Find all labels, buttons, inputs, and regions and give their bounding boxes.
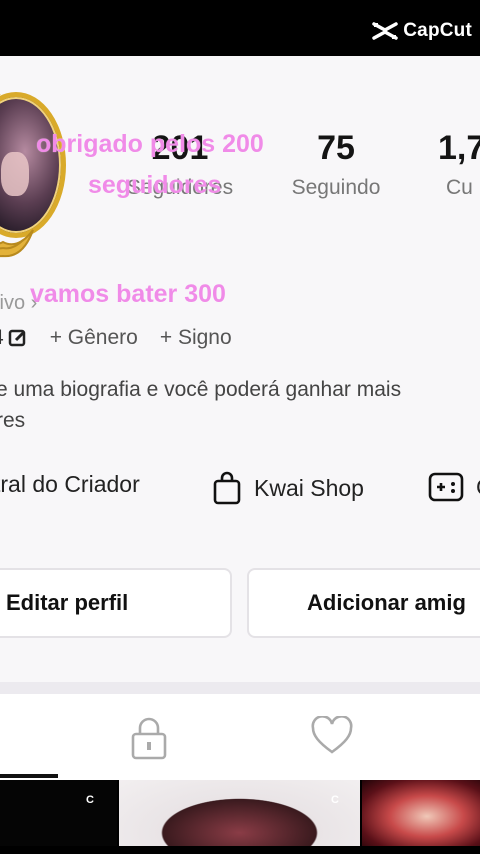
kwai-shop-link[interactable]: Kwai Shop bbox=[212, 471, 364, 505]
creator-tools-row: tral do Criador Kwai Shop C bbox=[0, 471, 480, 511]
game-controller-icon bbox=[428, 472, 464, 502]
bio-line-2: res bbox=[0, 409, 26, 432]
bio-prompt[interactable]: e uma biografia e você poderá ganhar mai… bbox=[0, 374, 476, 436]
stat-following[interactable]: 75 Seguindo bbox=[280, 128, 392, 202]
profile-page: ★ 201 Seguidores 75 Seguindo 1,7 Cu obri… bbox=[0, 56, 480, 780]
shopping-bag-icon bbox=[213, 471, 241, 505]
overlay-text-thanks: obrigado pelos 200 bbox=[36, 130, 264, 158]
edit-profile-label: Editar perfil bbox=[6, 590, 129, 615]
active-status[interactable]: tivo › bbox=[0, 292, 37, 315]
thumbnail-watermark: C bbox=[86, 794, 94, 806]
games-link[interactable]: C bbox=[428, 471, 480, 503]
wings-badge-icon bbox=[0, 229, 34, 258]
video-grid: C C bbox=[0, 780, 480, 846]
age-value: 4 bbox=[0, 326, 4, 350]
stat-likes[interactable]: 1,7 Cu bbox=[438, 128, 480, 202]
avatar-frame bbox=[0, 92, 66, 238]
following-count: 75 bbox=[317, 129, 355, 167]
bio-line-1: e uma biografia e você poderá ganhar mai… bbox=[0, 378, 402, 401]
capcut-watermark: CapCut bbox=[372, 20, 472, 42]
avatar-photo bbox=[1, 152, 29, 196]
creator-center-link[interactable]: tral do Criador bbox=[0, 471, 140, 498]
add-friends-button[interactable]: Adicionar amig bbox=[247, 568, 480, 638]
likes-label: Cu bbox=[446, 176, 473, 199]
edit-icon bbox=[8, 329, 25, 347]
games-label: C bbox=[476, 474, 480, 501]
add-sign-button[interactable]: + Signo bbox=[160, 326, 232, 350]
add-gender-button[interactable]: + Gênero bbox=[50, 326, 138, 350]
star-icon: ★ bbox=[0, 86, 2, 107]
profile-meta-row: 4 + Gênero + Signo bbox=[0, 326, 232, 350]
video-thumbnail[interactable]: C bbox=[119, 780, 360, 846]
creator-center-label: tral do Criador bbox=[0, 471, 140, 497]
kwai-shop-label: Kwai Shop bbox=[254, 474, 364, 501]
thumbnail-watermark: C bbox=[331, 794, 339, 806]
likes-count: 1,7 bbox=[438, 129, 480, 167]
add-friends-label: Adicionar amig bbox=[307, 590, 466, 615]
avatar[interactable]: ★ bbox=[0, 86, 76, 262]
following-label: Seguindo bbox=[291, 176, 381, 199]
video-thumbnail[interactable]: C bbox=[0, 780, 117, 846]
overlay-text-followers: seguidores bbox=[88, 171, 222, 199]
active-tab-indicator bbox=[0, 774, 58, 778]
content-tabs bbox=[0, 694, 480, 780]
video-thumbnail[interactable] bbox=[362, 780, 480, 846]
overlay-text-goal: vamos bater 300 bbox=[30, 280, 226, 308]
heart-icon[interactable] bbox=[310, 716, 354, 756]
bottom-bar bbox=[0, 846, 480, 854]
top-bar: CapCut bbox=[0, 0, 480, 56]
capcut-label: CapCut bbox=[403, 20, 472, 41]
capcut-logo-icon bbox=[372, 22, 398, 40]
edit-profile-button[interactable]: Editar perfil bbox=[0, 568, 232, 638]
lock-icon[interactable] bbox=[130, 716, 168, 760]
section-divider bbox=[0, 682, 480, 694]
age-field[interactable]: 4 bbox=[0, 326, 28, 350]
